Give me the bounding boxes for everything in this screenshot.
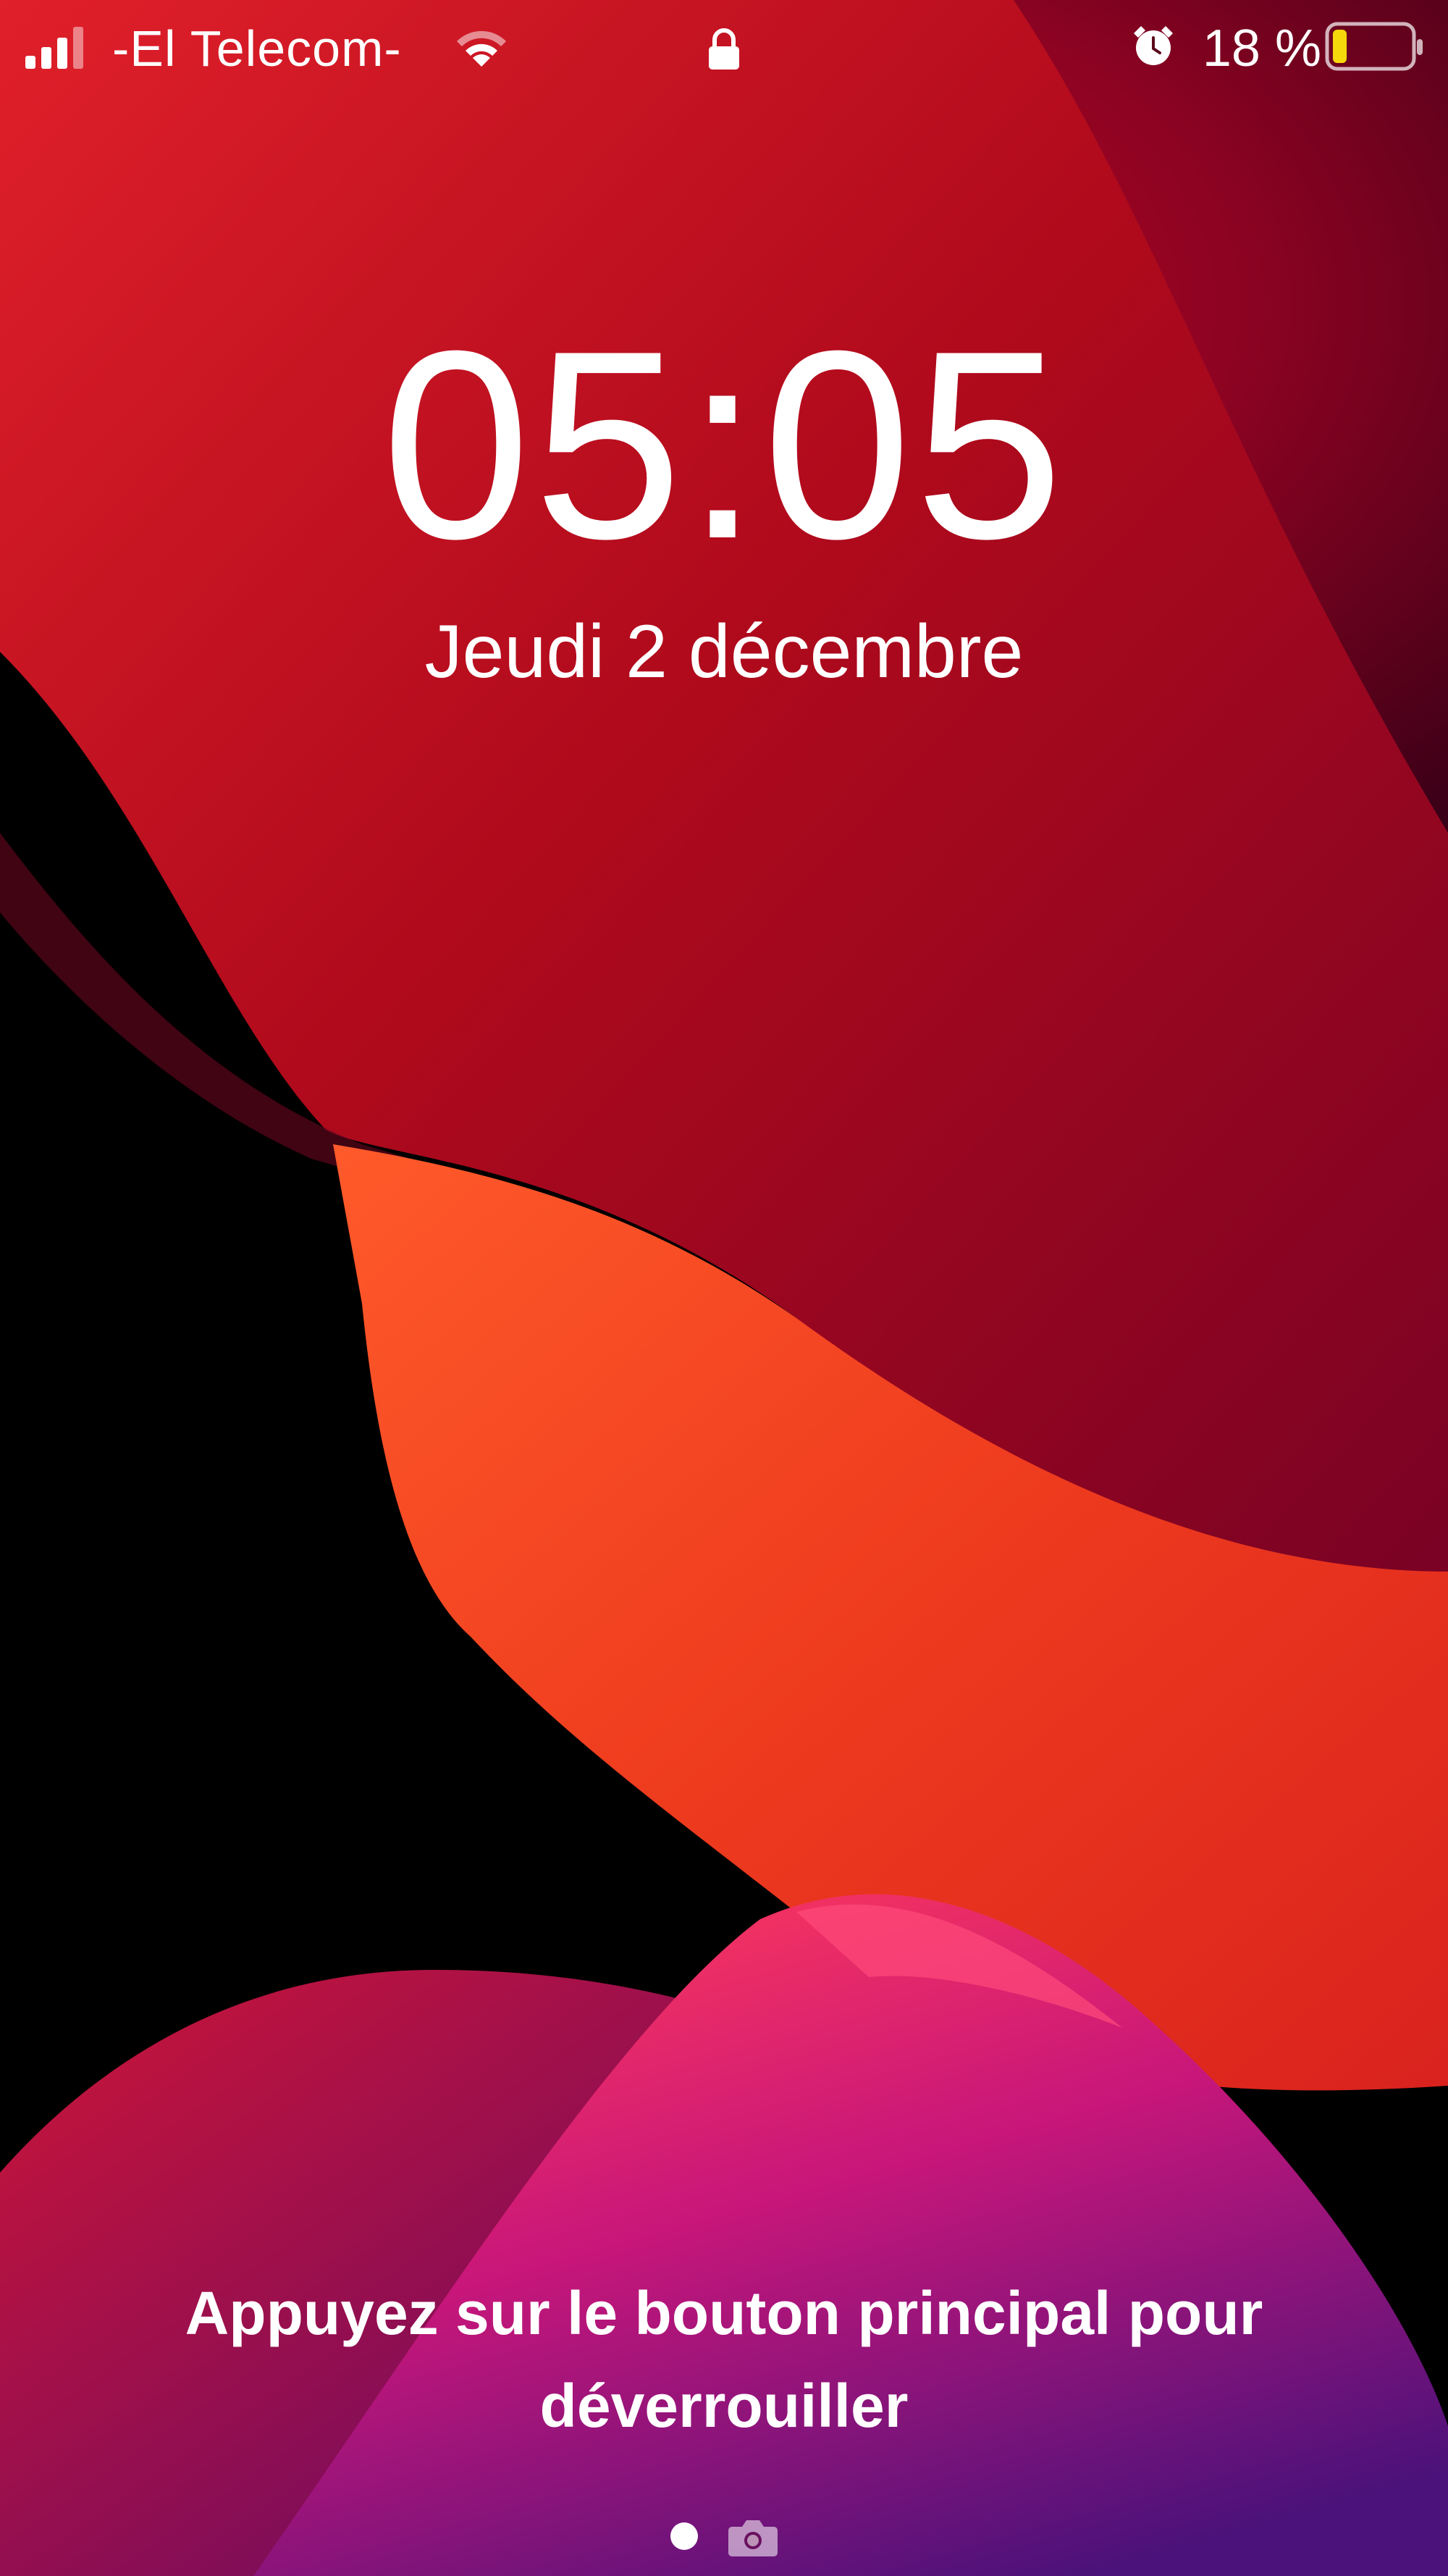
page-dot-icon[interactable] [670,2522,699,2551]
page-indicator [0,2509,1448,2560]
status-bar: -El Telecom- 18 % [0,0,1448,94]
lock-screen-clock: 05:05 [382,295,1066,595]
carrier-label: -El Telecom- [112,20,402,77]
alarm-icon [1134,26,1173,65]
cellular-signal-icon [25,27,83,69]
wifi-icon [457,30,506,67]
lock-screen-date: Jeudi 2 décembre [424,610,1024,694]
camera-icon[interactable] [728,2517,778,2557]
lock-icon [709,28,739,70]
unlock-instruction: Appuyez sur le bouton principal pour dév… [185,2279,1263,2440]
battery-percentage: 18 % [1202,20,1321,77]
battery-icon [1325,22,1423,71]
